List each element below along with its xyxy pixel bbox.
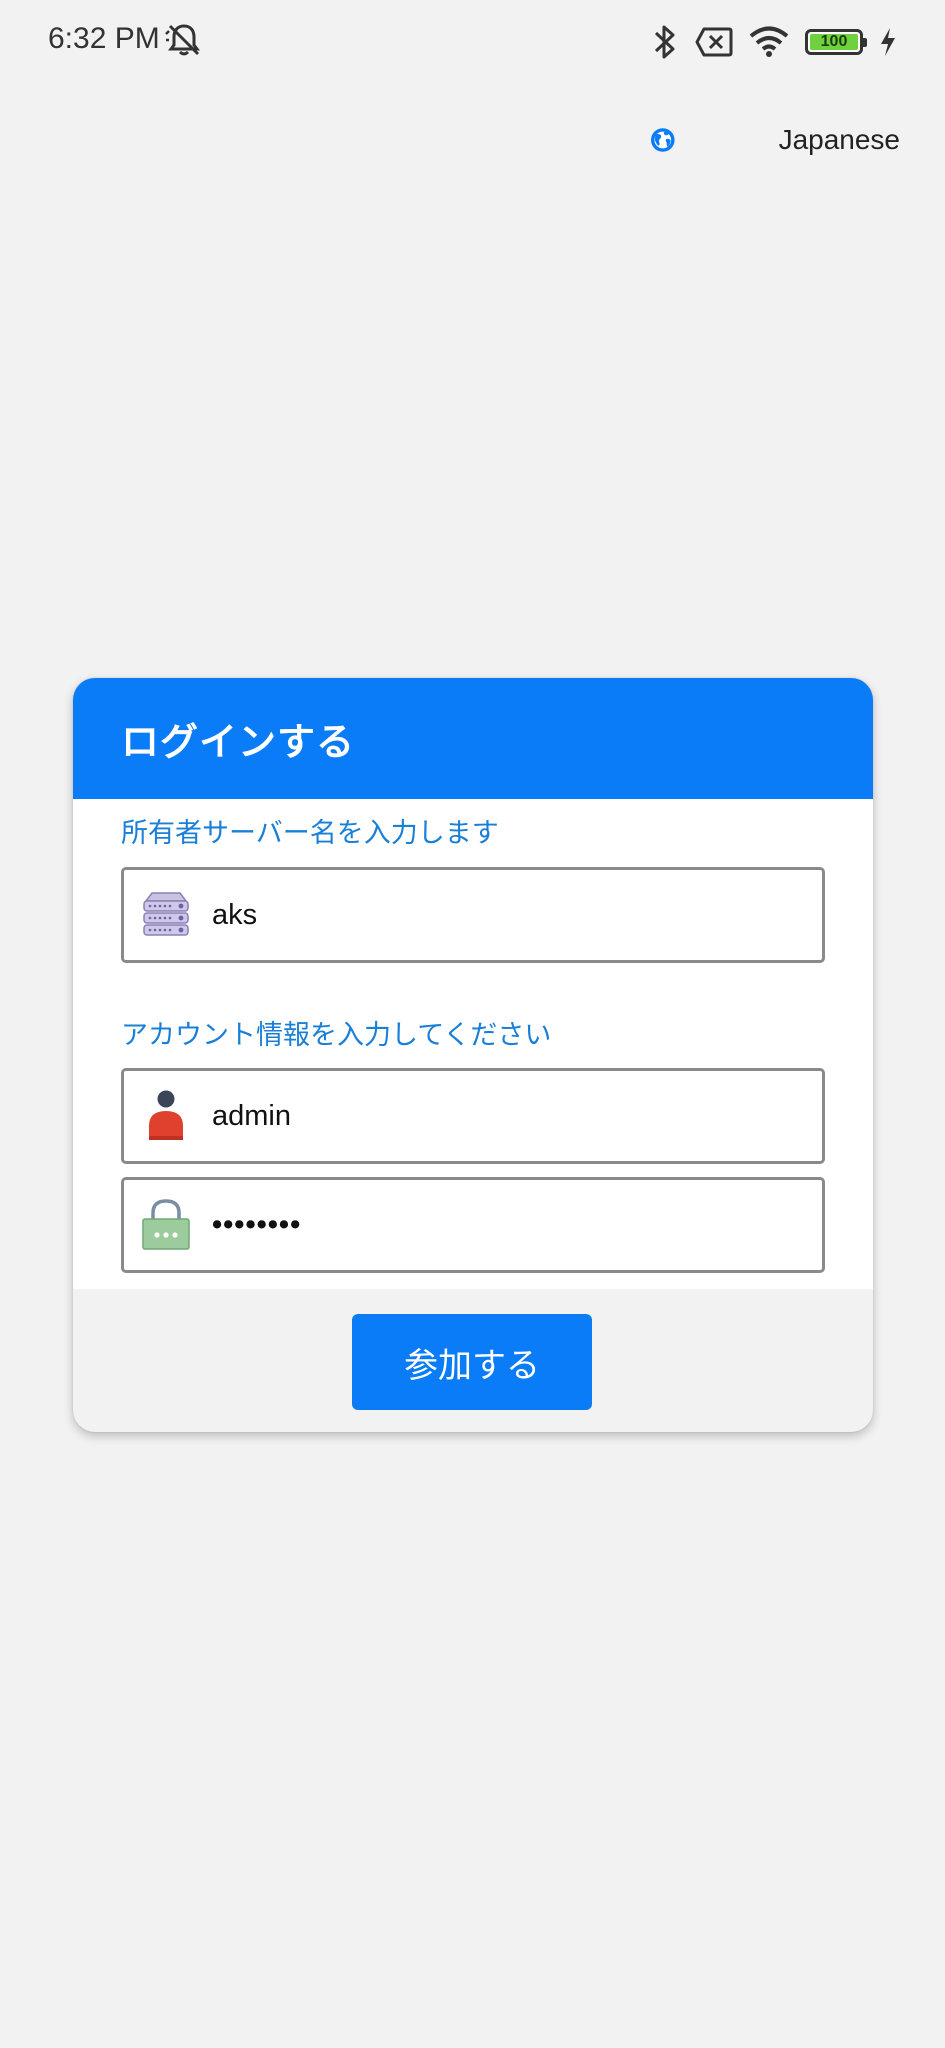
username-value[interactable]: admin — [212, 1100, 291, 1133]
card-header: ログインする — [73, 678, 873, 799]
join-button[interactable]: 参加する — [352, 1314, 592, 1410]
status-icons: 100 — [651, 20, 897, 64]
battery-level: 100 — [820, 33, 848, 50]
login-card: ログインする 所有者サーバー名を入力します aks アカウント情報を入力してくだ… — [73, 678, 873, 1432]
account-section-label: アカウント情報を入力してください — [121, 1020, 552, 1051]
user-icon — [149, 1090, 183, 1140]
language-selector[interactable]: Japanese — [650, 112, 900, 168]
wifi-icon — [749, 26, 789, 57]
server-name-value[interactable]: aks — [212, 899, 257, 932]
lock-icon — [142, 1199, 190, 1250]
server-name-field[interactable]: aks — [121, 867, 825, 963]
status-bar: 6:32 PM 100 — [0, 0, 945, 84]
username-field[interactable]: admin — [121, 1068, 825, 1164]
password-field[interactable]: •••••••• — [121, 1177, 825, 1273]
no-sim-icon — [695, 27, 733, 57]
password-value[interactable]: •••••••• — [212, 1209, 301, 1242]
login-form: 所有者サーバー名を入力します aks アカウント情報を入力してください admi… — [73, 799, 873, 1289]
server-icon — [143, 892, 189, 936]
server-section-label: 所有者サーバー名を入力します — [121, 818, 499, 849]
bell-muted-icon — [165, 24, 200, 56]
card-footer: 参加する — [73, 1289, 873, 1432]
bluetooth-icon — [654, 25, 675, 59]
charging-icon — [881, 28, 895, 56]
battery-icon: 100 — [805, 29, 867, 55]
page-title: ログインする — [121, 720, 356, 764]
status-time: 6:32 PM — [48, 22, 160, 55]
language-label[interactable]: Japanese — [779, 124, 900, 156]
globe-icon[interactable] — [650, 114, 676, 166]
